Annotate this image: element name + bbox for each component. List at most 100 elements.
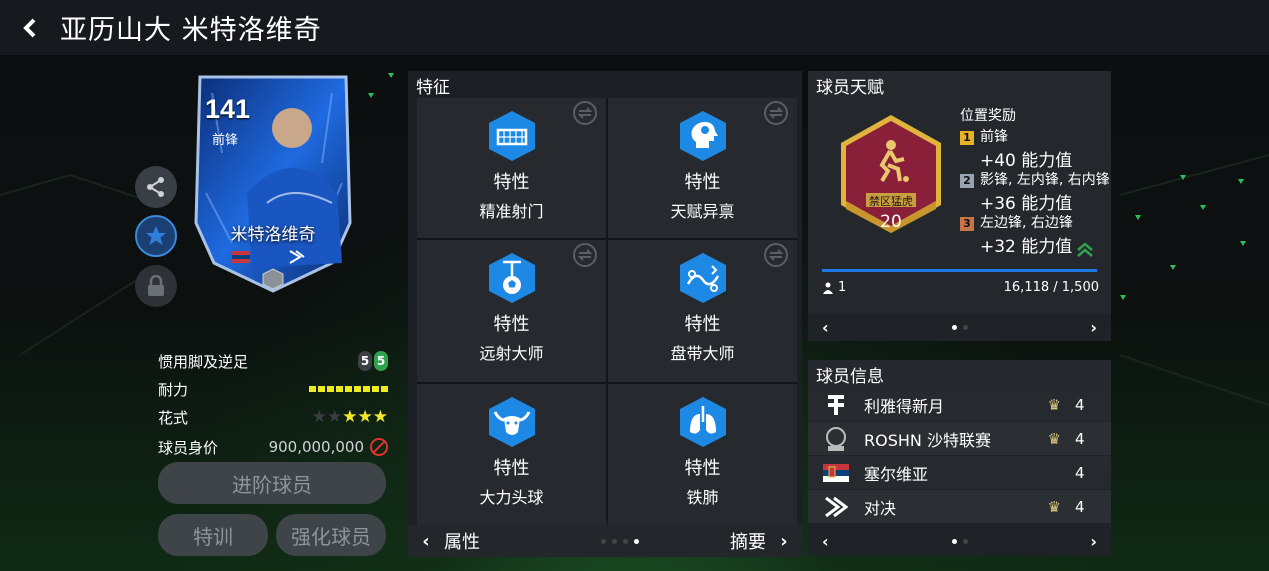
info-label: 塞尔维亚 <box>864 464 929 484</box>
star-icon <box>146 226 166 245</box>
position-bonus-item: 1 前锋 +40 能力值 <box>960 126 1072 171</box>
talent-pager: ‹ › <box>808 313 1111 341</box>
skill-label: 花式 <box>158 408 189 427</box>
info-title: 球员信息 <box>808 360 1111 388</box>
top-bar: 亚历山大 米特洛维奇 <box>0 0 1269 55</box>
not-tradable-icon <box>370 438 388 456</box>
position-bonus-item: 3 左边锋, 右边锋 +32 能力值 <box>960 212 1073 257</box>
trait-card[interactable]: 特性 精准射门 <box>417 98 606 238</box>
bull-head-icon <box>488 397 535 447</box>
bonus-index: 1 <box>960 131 974 145</box>
trait-kind: 特性 <box>493 314 530 335</box>
bonus-points: +32 能力值 <box>980 237 1073 257</box>
attributes-tab[interactable]: 属性 <box>444 528 534 554</box>
info-level: 4 <box>1075 463 1085 482</box>
talent-progress-bar <box>822 269 1097 272</box>
card-player-name: 米特洛维奇 <box>230 225 316 245</box>
lock-button[interactable] <box>135 265 177 307</box>
swap-icon[interactable] <box>763 242 789 268</box>
goal-net-icon <box>488 111 535 161</box>
share-icon <box>147 177 164 197</box>
trait-card[interactable]: 特性 大力头球 <box>417 384 606 525</box>
trait-name: 大力头球 <box>479 488 544 507</box>
info-label: ROSHN 沙特联赛 <box>864 430 991 450</box>
swap-icon[interactable] <box>763 100 789 126</box>
stamina-row: 耐力 <box>158 376 388 402</box>
crown-icon: ♛ <box>1047 395 1061 414</box>
traits-panel: 特征 特性 精准射门 特性 天赋异禀 特性 远射大师 特性 盘带大师 特性 大力… <box>408 71 802 557</box>
league-logo-icon <box>826 426 846 451</box>
prev-arrow-icon[interactable]: ‹ <box>822 532 829 551</box>
trait-name: 铁肺 <box>686 488 719 507</box>
level-up-icon <box>1077 243 1093 257</box>
trait-kind: 特性 <box>493 172 530 193</box>
card-position: 前锋 <box>212 133 239 148</box>
info-row[interactable]: 利雅得新月 ♛ 4 <box>808 388 1111 421</box>
person-icon <box>823 282 833 294</box>
crown-icon: ♛ <box>1047 429 1061 448</box>
upgrade-player-button[interactable]: 进阶球员 <box>158 462 386 504</box>
star-icon: ★ <box>372 407 388 427</box>
trait-kind: 特性 <box>493 458 530 479</box>
page-title: 亚历山大 米特洛维奇 <box>60 15 322 46</box>
prev-arrow-icon[interactable]: ‹ <box>822 318 829 337</box>
lock-icon <box>148 275 164 296</box>
weak-foot-ratings: 5 5 <box>358 351 388 371</box>
next-arrow-icon[interactable]: › <box>1090 318 1097 337</box>
trait-kind: 特性 <box>684 314 721 335</box>
position-bonus-item: 2 影锋, 左内锋, 右内锋 +36 能力值 <box>960 169 1110 214</box>
info-row[interactable]: 塞尔维亚 4 <box>808 456 1111 489</box>
star-icon: ★ <box>327 407 343 427</box>
trait-name: 精准射门 <box>479 202 544 221</box>
share-button[interactable] <box>135 166 177 208</box>
star-icon: ★ <box>357 407 373 427</box>
ball-shot-icon <box>488 253 535 303</box>
favorite-button[interactable] <box>135 215 177 257</box>
head-brain-icon <box>679 111 726 161</box>
training-button[interactable]: 特训 <box>158 514 268 556</box>
serbia-flag-icon <box>823 463 849 482</box>
bonus-index: 3 <box>960 217 974 231</box>
info-level: 4 <box>1075 497 1085 516</box>
summary-tab[interactable]: 摘要 <box>706 528 766 554</box>
trait-name: 盘带大师 <box>670 344 735 363</box>
bonus-points: +40 能力值 <box>980 151 1073 171</box>
position-bonus-title: 位置奖励 <box>960 108 1016 124</box>
info-label: 利雅得新月 <box>864 396 945 416</box>
info-row[interactable]: ROSHN 沙特联赛 ♛ 4 <box>808 422 1111 455</box>
star-icon: ★ <box>311 407 327 427</box>
next-arrow-icon[interactable]: › <box>766 531 802 552</box>
swap-icon[interactable] <box>572 242 598 268</box>
value-amount: 900,000,000 <box>268 438 364 456</box>
page-dots <box>951 538 968 544</box>
club-crest-icon <box>828 394 844 415</box>
crown-icon: ♛ <box>1047 497 1061 516</box>
trait-card[interactable]: 特性 远射大师 <box>417 240 606 382</box>
trait-kind: 特性 <box>684 172 721 193</box>
versus-icon <box>825 496 848 517</box>
enhance-player-button[interactable]: 强化球员 <box>276 514 386 556</box>
info-row[interactable]: 对决 ♛ 4 <box>808 490 1111 523</box>
swap-icon[interactable] <box>572 100 598 126</box>
back-button[interactable] <box>0 0 60 55</box>
prev-arrow-icon[interactable]: ‹ <box>408 531 444 552</box>
traits-title: 特征 <box>408 71 802 99</box>
bonus-index: 2 <box>960 174 974 188</box>
talent-body: 禁区猛虎 20 位置奖励 1 前锋 +40 能力值 2 影锋, 左内锋, 右内锋 +… <box>808 99 1111 313</box>
talent-title: 球员天赋 <box>808 71 1111 99</box>
talent-badge-name: 禁区猛虎 <box>869 195 913 208</box>
lungs-icon <box>679 397 726 447</box>
player-info-panel: 球员信息 利雅得新月 ♛ 4 ROSHN 沙特联赛 ♛ 4 塞尔维亚 4 对决 … <box>808 360 1111 556</box>
talent-progress-text: 16,118 / 1,500 <box>1003 280 1099 295</box>
weak-foot-left: 5 <box>358 351 372 371</box>
trait-card[interactable]: 特性 盘带大师 <box>608 240 797 382</box>
stamina-bar <box>309 386 388 392</box>
value-label: 球员身价 <box>158 438 219 457</box>
info-level: 4 <box>1075 395 1085 414</box>
bonus-positions: 前锋 <box>980 129 1008 145</box>
trait-name: 天赋异禀 <box>670 202 735 221</box>
talent-count: 1 <box>822 280 846 295</box>
next-arrow-icon[interactable]: › <box>1090 532 1097 551</box>
trait-card[interactable]: 特性 天赋异禀 <box>608 98 797 238</box>
trait-card[interactable]: 特性 铁肺 <box>608 384 797 525</box>
